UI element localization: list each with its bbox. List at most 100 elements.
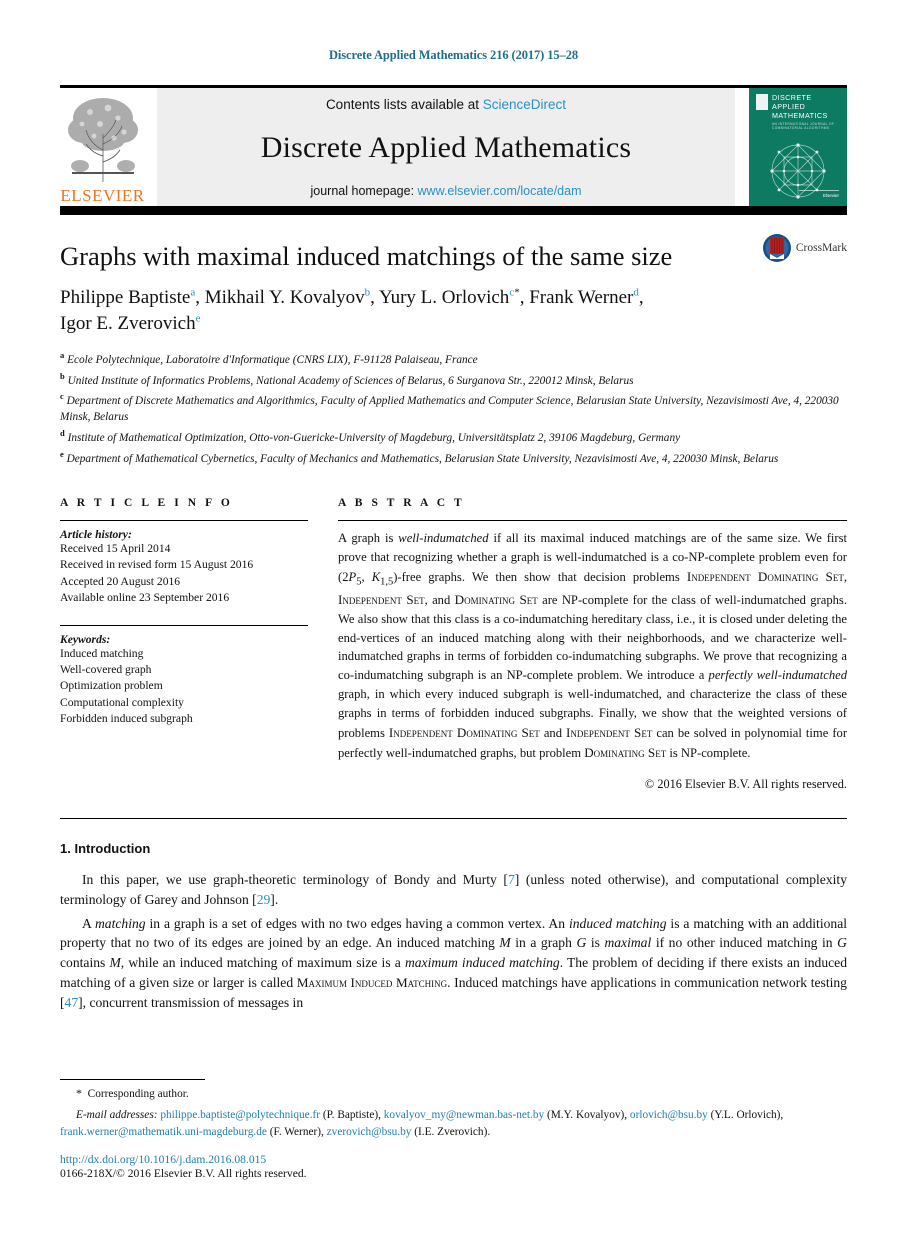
affiliation-text: Ecole Polytechnique, Laboratoire d'Infor… <box>67 353 478 366</box>
author-list: Philippe Baptistea, Mikhail Y. Kovalyovb… <box>60 285 847 336</box>
title-block: CrossMark Graphs with maximal induced ma… <box>60 234 847 467</box>
article-info-rule <box>60 519 308 521</box>
cover-footer: Elsevier <box>799 190 839 198</box>
article-info-column: A R T I C L E I N F O Article history: R… <box>60 497 308 792</box>
elsevier-wordmark: ELSEVIER <box>60 186 145 205</box>
section-heading-introduction: 1. Introduction <box>60 840 151 856</box>
keywords-label: Keywords: <box>60 632 111 646</box>
masthead-center: Contents lists available at ScienceDirec… <box>157 88 735 206</box>
author-sep: , <box>519 287 530 309</box>
email-owner: (F. Werner) <box>269 1125 322 1138</box>
email-link[interactable]: kovalyov_my@newman.bas-net.by <box>384 1109 544 1121</box>
history-item: Received 15 April 2014 <box>60 541 171 555</box>
affiliation-text: Department of Mathematical Cybernetics, … <box>66 452 779 465</box>
journal-title: Discrete Applied Mathematics <box>260 131 632 164</box>
keywords-block: Keywords: Induced matching Well-covered … <box>60 633 308 728</box>
corresponding-author-text: Corresponding author. <box>87 1087 189 1100</box>
footnote-rule <box>60 1078 205 1080</box>
affiliation-item: e Department of Mathematical Cybernetics… <box>60 448 847 467</box>
elsevier-tree-icon <box>67 98 138 182</box>
affiliation-mark: c <box>60 391 64 402</box>
affiliation-text: United Institute of Informatics Problems… <box>67 374 634 387</box>
abstract-rule <box>338 519 847 521</box>
running-head: Discrete Applied Mathematics 216 (2017) … <box>328 48 579 62</box>
author-sep: , <box>195 287 205 309</box>
email-owner: (I.E. Zverovich) <box>414 1125 488 1138</box>
crossmark-badge[interactable]: CrossMark <box>762 233 847 263</box>
page-title: Graphs with maximal induced matchings of… <box>60 241 673 271</box>
asterisk-icon: * <box>76 1085 82 1100</box>
cover-footer-rule <box>799 190 839 191</box>
email-owner: (P. Baptiste) <box>322 1109 379 1122</box>
author-name: Mikhail Y. Kovalyov <box>204 287 365 309</box>
email-addresses-note: E-mail addresses: philippe.baptiste@poly… <box>60 1109 784 1138</box>
elsevier-logo: ELSEVIER <box>60 88 145 206</box>
abstract-body: A graph is well-indumatched if all its m… <box>338 530 848 760</box>
affiliation-mark: d <box>60 428 65 439</box>
contents-available-line: Contents lists available at ScienceDirec… <box>326 97 566 112</box>
citation-link[interactable]: 47 <box>65 995 79 1010</box>
affiliation-text: Institute of Mathematical Optimization, … <box>67 431 681 444</box>
email-link[interactable]: philippe.baptiste@polytechnique.fr <box>160 1109 320 1121</box>
author-sep: , <box>370 287 379 309</box>
keyword-item: Optimization problem <box>60 679 163 693</box>
author-affil-mark[interactable]: e <box>196 313 201 325</box>
cover-footer-text: Elsevier <box>822 193 839 198</box>
citation-link[interactable]: 29 <box>257 892 271 907</box>
author-name: Frank Werner <box>529 287 634 309</box>
journal-homepage-line: journal homepage: www.elsevier.com/locat… <box>311 184 582 198</box>
abstract-heading: A B S T R A C T <box>338 496 465 509</box>
contents-prefix: Contents lists available at <box>325 97 483 112</box>
cover-badge-icon <box>756 94 768 110</box>
citation-link[interactable]: 7 <box>508 872 515 887</box>
intro-paragraph-1: In this paper, we use graph-theoretic te… <box>60 871 847 907</box>
affiliation-item: a Ecole Polytechnique, Laboratoire d'Inf… <box>60 349 847 368</box>
affiliation-list: a Ecole Polytechnique, Laboratoire d'Inf… <box>60 349 847 467</box>
cover-line-3: MATHEMATICS <box>772 110 828 120</box>
homepage-prefix: journal homepage: <box>310 184 418 198</box>
affiliation-item: b United Institute of Informatics Proble… <box>60 370 847 389</box>
article-history-label: Article history: <box>60 527 132 541</box>
affiliation-mark: e <box>60 448 64 459</box>
crossmark-icon <box>762 234 791 262</box>
author-sep: , <box>638 287 644 309</box>
affiliation-mark: a <box>60 349 65 360</box>
author-name: Igor E. Zverovich <box>60 313 196 335</box>
journal-masthead: ELSEVIER Contents lists available at Sci… <box>60 88 847 206</box>
crossmark-label: CrossMark <box>795 242 847 254</box>
keyword-item: Forbidden induced subgraph <box>60 712 193 726</box>
affiliation-item: c Department of Discrete Mathematics and… <box>60 390 847 425</box>
affiliation-mark: b <box>60 370 65 381</box>
history-item: Available online 23 September 2016 <box>60 591 230 605</box>
doi-link[interactable]: http://dx.doi.org/10.1016/j.dam.2016.08.… <box>60 1153 847 1166</box>
email-owner: (M.Y. Kovalyov) <box>546 1109 625 1122</box>
article-history-block: Article history: Received 15 April 2014 … <box>60 528 308 607</box>
masthead-bottom-rule <box>60 206 847 215</box>
journal-homepage-link[interactable]: www.elsevier.com/locate/dam <box>418 184 582 198</box>
sciencedirect-link[interactable]: ScienceDirect <box>483 97 566 112</box>
issn-copyright-line: 0166-218X/© 2016 Elsevier B.V. All right… <box>60 1167 307 1180</box>
email-link[interactable]: frank.werner@mathematik.uni-magdeburg.de <box>60 1126 267 1138</box>
body-separator-rule <box>60 817 847 819</box>
info-abstract-row: A R T I C L E I N F O Article history: R… <box>60 497 847 792</box>
affiliation-item: d Institute of Mathematical Optimization… <box>60 427 847 446</box>
email-link[interactable]: zverovich@bsu.by <box>327 1126 412 1138</box>
affiliation-text: Department of Discrete Mathematics and A… <box>60 395 839 424</box>
keyword-item: Computational complexity <box>60 695 184 709</box>
email-owner: (Y.L. Orlovich) <box>710 1109 781 1122</box>
article-page: Discrete Applied Mathematics 216 (2017) … <box>0 0 907 1238</box>
keywords-rule <box>60 624 308 626</box>
cover-subtitle: AN INTERNATIONAL JOURNAL OF COMBINATORIA… <box>772 122 835 131</box>
journal-cover-thumbnail: DISCRETE APPLIED MATHEMATICS AN INTERNAT… <box>749 88 847 206</box>
history-item: Received in revised form 15 August 2016 <box>60 558 254 572</box>
author-name: Yury L. Orlovich <box>378 287 510 309</box>
abstract-column: A B S T R A C T A graph is well-indumatc… <box>338 497 847 792</box>
cover-title-lines: DISCRETE APPLIED MATHEMATICS AN INTERNAT… <box>772 93 840 131</box>
keyword-item: Induced matching <box>60 646 144 660</box>
email-link[interactable]: orlovich@bsu.by <box>630 1109 708 1121</box>
keyword-item: Well-covered graph <box>60 663 152 677</box>
corresponding-author-note: * Corresponding author. <box>60 1085 847 1102</box>
email-label: E-mail addresses: <box>76 1109 158 1122</box>
author-name: Philippe Baptiste <box>60 287 191 309</box>
intro-paragraph-2: A matching in a graph is a set of edges … <box>60 915 848 1010</box>
